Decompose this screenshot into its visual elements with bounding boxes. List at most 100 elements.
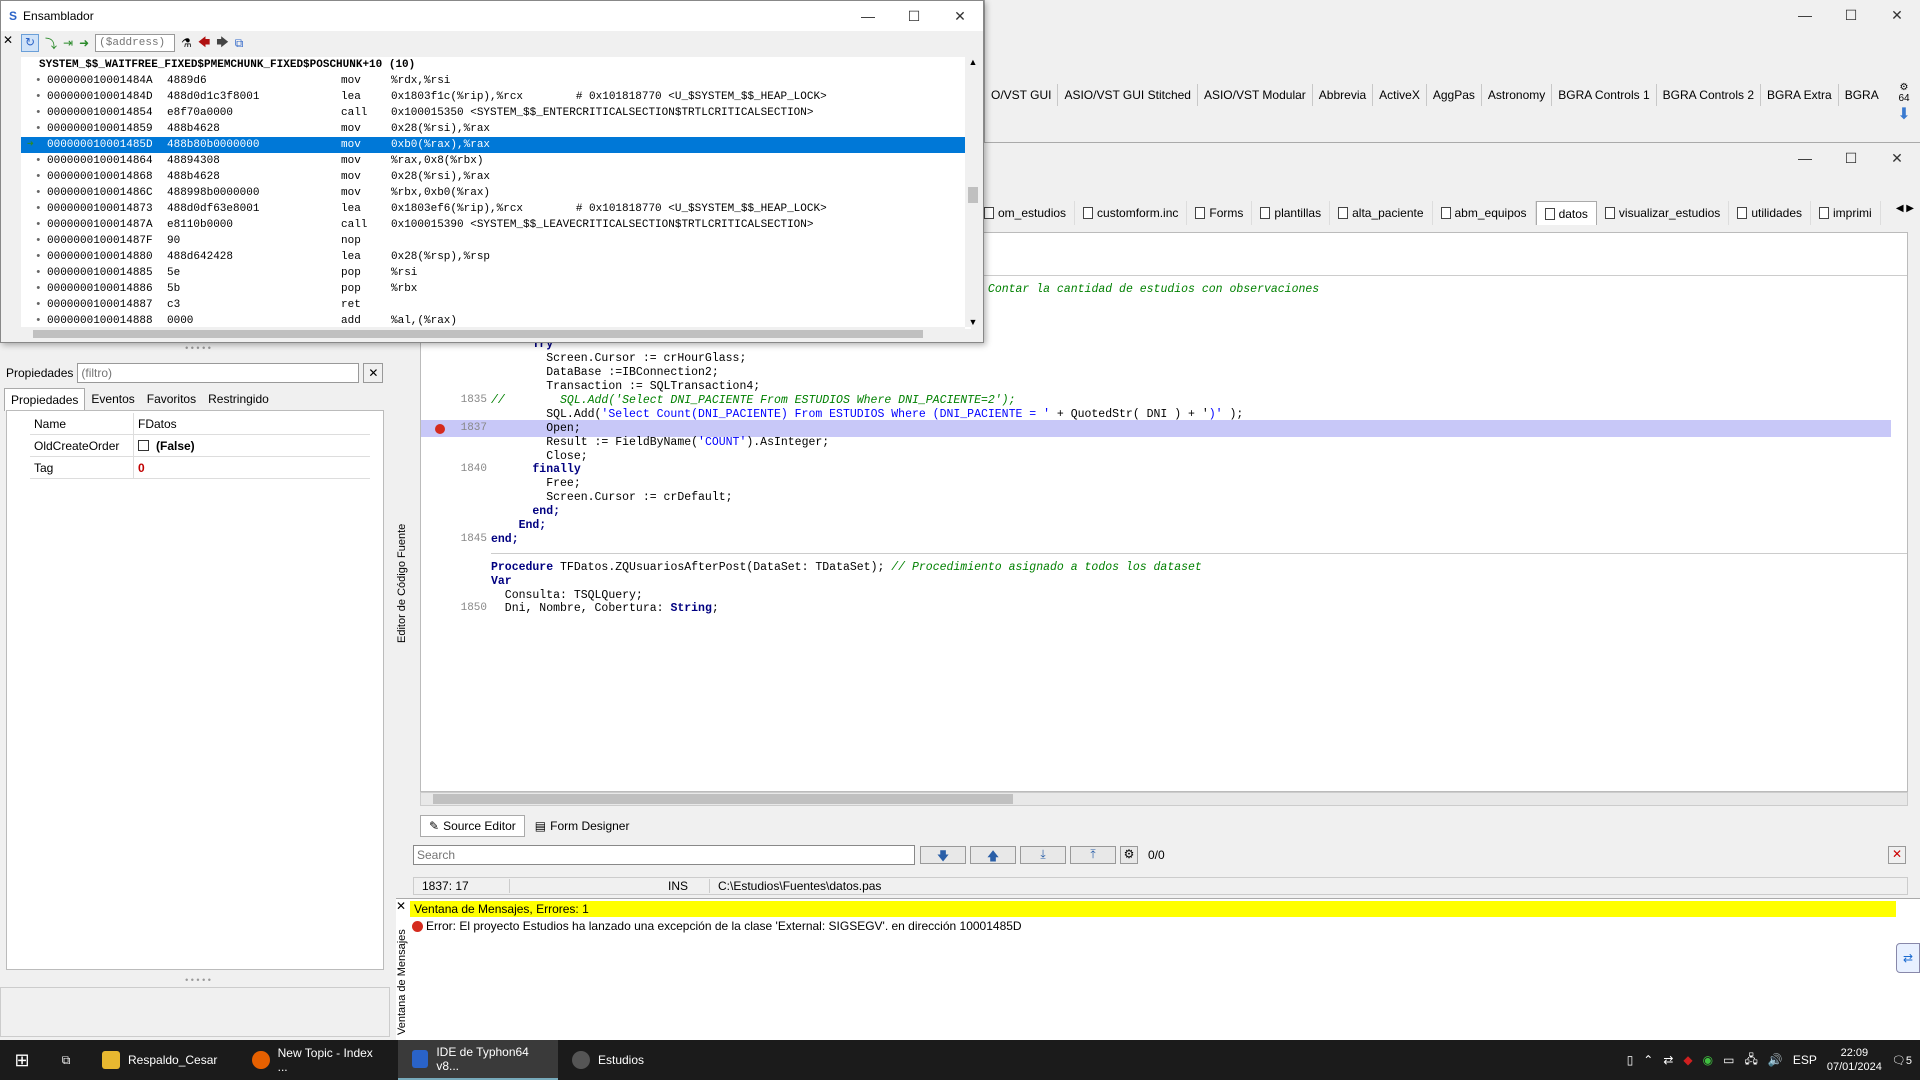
tab-scroll-arrows[interactable]: ◀ ▶ xyxy=(1896,203,1914,214)
step-into-icon[interactable]: ⤵ xyxy=(45,35,57,52)
code-line[interactable]: 1850 Dni, Nombre, Cobertura: String; xyxy=(421,600,1891,617)
tab-form-designer[interactable]: ▤ Form Designer xyxy=(527,816,638,836)
close-button[interactable]: ✕ xyxy=(1874,143,1920,173)
close-button[interactable]: ✕ xyxy=(937,1,983,31)
asm-row[interactable]: • 000000010001484A 4889d6 mov %rdx,%rsi xyxy=(21,73,971,89)
back-icon[interactable]: 🡄 xyxy=(198,33,210,54)
find-first-icon[interactable]: ⤒ xyxy=(1070,846,1116,864)
tab-restringido[interactable]: Restringido xyxy=(202,388,275,411)
splitter-grip[interactable]: • • • • • xyxy=(0,343,396,357)
nvidia-icon[interactable]: ◉ xyxy=(1703,1053,1713,1067)
teamviewer-icon[interactable]: ⇄ xyxy=(1896,943,1920,973)
property-row[interactable]: Tag 0 xyxy=(30,457,370,479)
tab-eventos[interactable]: Eventos xyxy=(85,388,140,411)
tab-favoritos[interactable]: Favoritos xyxy=(141,388,202,411)
palette-tab[interactable]: O/VST GUI xyxy=(985,84,1059,106)
property-filter-input[interactable] xyxy=(77,363,360,383)
maximize-button[interactable]: ☐ xyxy=(1828,143,1874,173)
asm-row[interactable]: • 0000000100014886 5b pop %rbx xyxy=(21,281,971,297)
close-messages-icon[interactable]: ✕ xyxy=(396,899,410,915)
windows-start-icon[interactable]: ⊞ xyxy=(0,1040,44,1080)
asm-row[interactable]: • 0000000100014887 c3 ret xyxy=(21,297,971,313)
tab-customform-inc[interactable]: customform.inc xyxy=(1075,201,1188,225)
usb-icon[interactable]: ▯ xyxy=(1627,1053,1634,1067)
language-indicator[interactable]: ESP xyxy=(1793,1053,1817,1067)
tab-forms[interactable]: Forms xyxy=(1187,201,1253,225)
taskbar-item-estudios[interactable]: Estudios xyxy=(558,1040,708,1080)
asm-row[interactable]: • 000000010001487F 90 nop xyxy=(21,233,971,249)
task-view-icon[interactable]: ⧉ xyxy=(44,1040,88,1080)
tab-abm-equipos[interactable]: abm_equipos xyxy=(1433,201,1536,225)
palette-tab[interactable]: ASIO/VST Modular xyxy=(1197,84,1313,106)
palette-tab[interactable]: Astronomy xyxy=(1481,84,1553,106)
search-options-icon[interactable]: ⚙ xyxy=(1120,846,1138,864)
minimize-button[interactable]: — xyxy=(1782,0,1828,30)
asm-row[interactable]: • 0000000100014873 488d0df63e8001 lea 0x1803… xyxy=(21,201,971,217)
display-icon[interactable]: ▭ xyxy=(1723,1053,1734,1067)
tab-visualizar-estudios[interactable]: visualizar_estudios xyxy=(1597,201,1730,225)
taskbar-item-typhon[interactable]: IDE de Typhon64 v8... xyxy=(398,1040,558,1080)
taskbar-item-respaldo[interactable]: Respaldo_Cesar xyxy=(88,1040,238,1080)
asm-row[interactable]: • 000000010001487A e8110b0000 call 0x1000153… xyxy=(21,217,971,233)
palette-tab[interactable]: Abbrevia xyxy=(1312,84,1374,106)
antivirus-icon[interactable]: ◆ xyxy=(1683,1053,1692,1067)
asm-row[interactable]: • 0000000100014868 488b4628 mov 0x28(%rsi),%… xyxy=(21,169,971,185)
maximize-button[interactable]: ☐ xyxy=(891,1,937,31)
palette-tab[interactable]: BGRA Extra xyxy=(1761,84,1839,106)
minimize-button[interactable]: — xyxy=(845,1,891,31)
palette-tab[interactable]: BGRA Controls 2 xyxy=(1656,84,1761,106)
palette-tab[interactable]: BGRA Controls 1 xyxy=(1552,84,1657,106)
tab-propiedades[interactable]: Propiedades xyxy=(4,388,86,411)
close-panel-icon[interactable]: ✕ xyxy=(3,33,13,47)
filter-icon[interactable]: ⚗ xyxy=(181,36,192,50)
tab-alta-paciente[interactable]: alta_paciente xyxy=(1330,201,1433,225)
find-next-icon[interactable]: 🡇 xyxy=(920,846,966,864)
code-horizontal-scrollbar[interactable] xyxy=(420,792,1908,806)
asm-row[interactable]: • 000000010001486C 488998b0000000 mov %rbx,0… xyxy=(21,185,971,201)
maximize-button[interactable]: ☐ xyxy=(1828,0,1874,30)
asm-row[interactable]: • 000000010001484D 488d0d1c3f8001 lea 0x1803… xyxy=(21,89,971,105)
palette-64-icon[interactable]: ⚙ 64 ⬇ xyxy=(1892,82,1916,132)
close-button[interactable]: ✕ xyxy=(1874,0,1920,30)
splitter-grip[interactable]: • • • • • xyxy=(0,975,396,985)
step-over-icon[interactable]: ⇥ xyxy=(63,36,73,50)
tab-utilidades[interactable]: utilidades xyxy=(1729,201,1812,225)
palette-tab[interactable]: BGRA Sha xyxy=(1838,84,1880,106)
palette-tab[interactable]: AggPas xyxy=(1426,84,1482,106)
asm-row[interactable]: • 0000000100014880 488d642428 lea 0x28(%rsp)… xyxy=(21,249,971,265)
taskbar-item-firefox[interactable]: New Topic - Index ... xyxy=(238,1040,398,1080)
palette-tab[interactable]: ActiveX xyxy=(1373,84,1427,106)
asm-row[interactable]: • 0000000100014864 48894308 mov %rax,0x8(%rb… xyxy=(21,153,971,169)
asm-row[interactable]: • 0000000100014859 488b4628 mov 0x28(%rsi),%… xyxy=(21,121,971,137)
forward-icon[interactable]: 🡆 xyxy=(216,33,228,54)
property-row[interactable]: OldCreateOrder (False) xyxy=(30,435,370,457)
disassembly-list[interactable]: SYSTEM_$$_WAITFREE_FIXED$PMEMCHUNK_FIXED… xyxy=(21,57,971,329)
copy-icon[interactable]: ⧉ xyxy=(235,36,244,51)
assembler-horizontal-scrollbar[interactable] xyxy=(19,327,965,341)
notification-icon[interactable]: 🗨5 xyxy=(1892,1054,1912,1067)
find-previous-icon[interactable]: 🡅 xyxy=(970,846,1016,864)
asm-row[interactable]: ➜ 000000010001485D 488b80b0000000 mov 0xb0(%… xyxy=(21,137,971,153)
network-icon[interactable]: 🖧 xyxy=(1744,1050,1757,1071)
clock[interactable]: 22:09 07/01/2024 xyxy=(1827,1046,1882,1074)
search-input[interactable] xyxy=(413,845,915,865)
minimize-button[interactable]: — xyxy=(1782,143,1828,173)
code-line[interactable]: 1845 end; xyxy=(421,531,1891,548)
error-message[interactable]: Error: El proyecto Estudios ha lanzado u… xyxy=(412,918,1022,934)
checkbox[interactable] xyxy=(138,440,149,451)
tab-source-editor[interactable]: ✎ Source Editor xyxy=(420,815,525,837)
palette-tab[interactable]: ASIO/VST GUI Stitched xyxy=(1058,84,1198,106)
address-input[interactable] xyxy=(95,34,176,52)
tab-plantillas[interactable]: plantillas xyxy=(1252,201,1331,225)
asm-row[interactable]: • 0000000100014885 5e pop %rsi xyxy=(21,265,971,281)
asm-row[interactable]: • 0000000100014854 e8f70a0000 call 0x1000153… xyxy=(21,105,971,121)
tab-imprimi[interactable]: imprimi xyxy=(1811,201,1881,225)
clear-filter-icon[interactable]: ✕ xyxy=(363,363,384,383)
tab-datos[interactable]: datos xyxy=(1535,201,1597,225)
find-last-icon[interactable]: ⤓ xyxy=(1020,846,1066,864)
tab-om-estudios[interactable]: om_estudios xyxy=(976,201,1076,225)
property-row[interactable]: Name FDatos xyxy=(30,413,370,435)
goto-icon[interactable]: ➜ xyxy=(79,36,89,50)
refresh-icon[interactable]: ↻ xyxy=(21,34,39,52)
assembler-vertical-scrollbar[interactable]: ▲ ▼ xyxy=(965,57,981,327)
